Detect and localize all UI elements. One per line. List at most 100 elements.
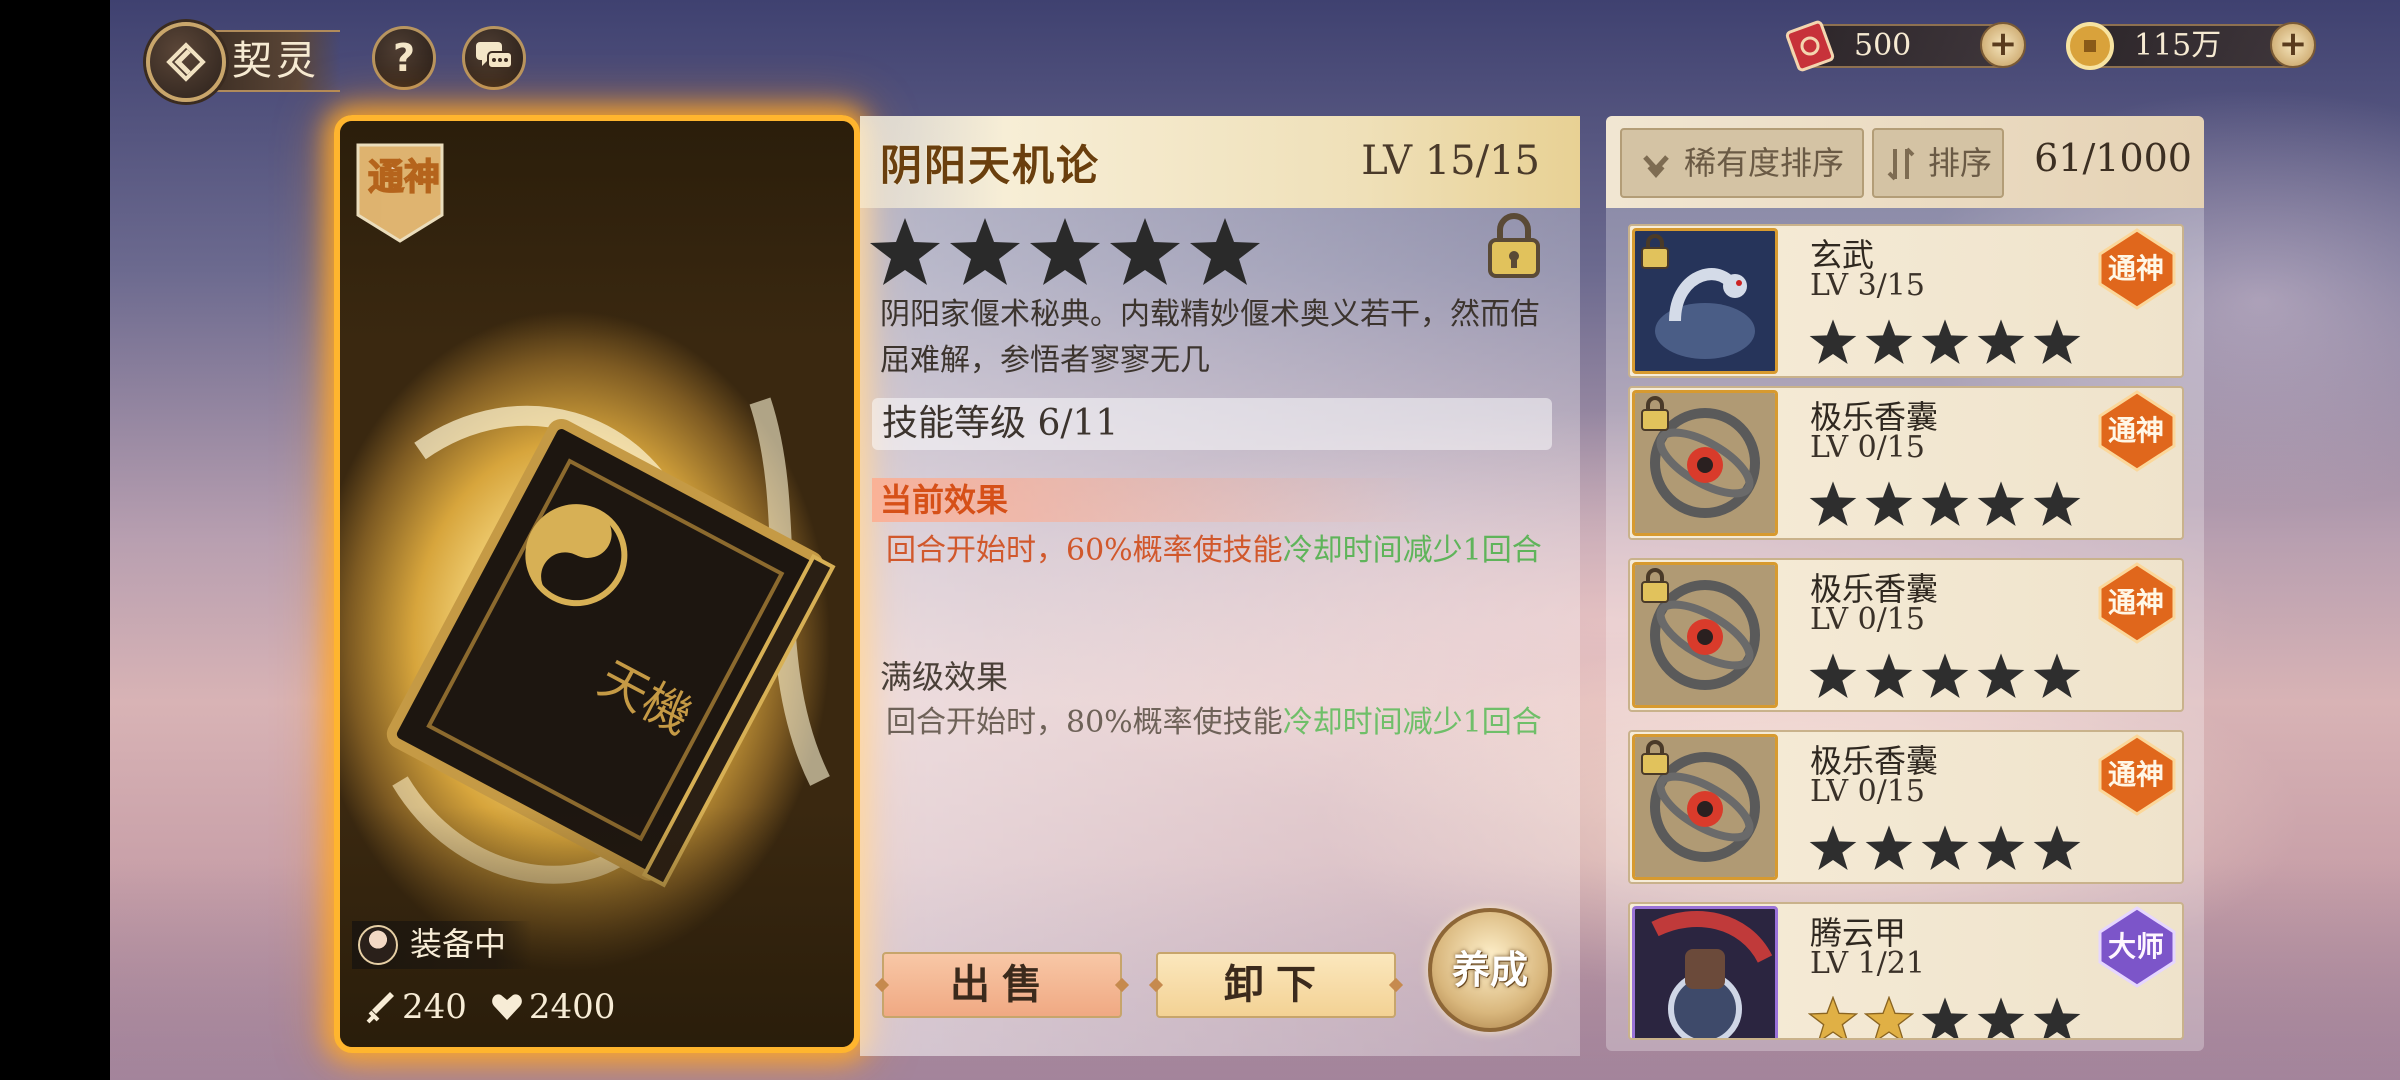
item-description: 阴阳家偃术秘典。内载精妙偃术奥义若干，然而佶屈难解，参悟者寥寥无几 bbox=[880, 297, 1540, 378]
star-icon bbox=[1977, 825, 2025, 870]
chat-button[interactable] bbox=[462, 26, 526, 90]
add-coin-button[interactable]: + bbox=[2270, 22, 2316, 68]
item-thumbnail bbox=[1632, 562, 1778, 708]
develop-button[interactable]: 养成 bbox=[1428, 908, 1552, 1032]
sort-arrows-icon bbox=[1884, 146, 1920, 182]
rank-badge-tongshen: 通神 bbox=[2098, 228, 2176, 310]
list-item[interactable]: 极乐香囊 LV 0/15 通神 bbox=[1628, 730, 2184, 884]
star-icon bbox=[1921, 653, 1969, 698]
card-stats: 240 2400 bbox=[366, 987, 615, 1027]
star-icon bbox=[1977, 319, 2025, 364]
star-icon bbox=[1865, 825, 1913, 870]
star-icon bbox=[1921, 319, 1969, 364]
rank-badge-text: 大师 bbox=[2108, 930, 2164, 963]
lock-icon bbox=[1641, 234, 1669, 269]
list-item[interactable]: 极乐香囊 LV 0/15 通神 bbox=[1628, 558, 2184, 712]
star-icon bbox=[1865, 481, 1913, 526]
item-level: LV 0/15 bbox=[1810, 774, 1925, 809]
star-icon bbox=[2033, 997, 2081, 1038]
star-icon bbox=[1921, 825, 1969, 870]
star-icon-gold bbox=[1808, 996, 1858, 1038]
lock-icon bbox=[1641, 568, 1669, 603]
item-level: LV 0/15 bbox=[1810, 602, 1925, 637]
star-icon bbox=[950, 218, 1020, 285]
item-count: 61/1000 bbox=[2034, 136, 2192, 180]
star-icon bbox=[1977, 653, 2025, 698]
heart-icon bbox=[492, 994, 522, 1020]
skill-level: 技能等级 6/11 bbox=[872, 398, 1552, 450]
rank-badge-text: 通神 bbox=[2108, 758, 2164, 791]
current-effect-part2: 冷却时间减少1回合 bbox=[1282, 533, 1542, 568]
max-effect-part2: 冷却时间减少1回合 bbox=[1282, 705, 1542, 740]
max-effect-title: 满级效果 bbox=[880, 658, 1009, 696]
rank-badge-text: 通神 bbox=[2108, 414, 2164, 447]
diamond-arrow-back-icon bbox=[166, 42, 206, 82]
hp-value: 2400 bbox=[528, 987, 616, 1027]
item-list-panel: 稀有度排序 排序 61/1000 玄武 LV 3/15 通神 极乐香囊 LV 0… bbox=[1606, 116, 2204, 1051]
item-thumbnail bbox=[1632, 390, 1778, 536]
sort-rarity-label: 稀有度排序 bbox=[1684, 144, 1845, 182]
rank-badge-text: 通神 bbox=[2108, 586, 2164, 619]
star-rating bbox=[868, 216, 1262, 288]
rank-badge-dashi: 大师 bbox=[2098, 906, 2176, 988]
star-icon bbox=[1977, 481, 2025, 526]
item-card-large: 天機 通神 装备中 240 2400 bbox=[334, 115, 860, 1053]
rank-badge-tongshen: 通神 bbox=[2098, 390, 2176, 472]
chevron-down-icon bbox=[1638, 146, 1674, 182]
rank-badge-tongshen: 通神 bbox=[2098, 562, 2176, 644]
star-icon bbox=[1865, 653, 1913, 698]
item-thumbnail bbox=[1632, 734, 1778, 880]
star-rating bbox=[1808, 824, 2082, 872]
star-icon bbox=[1809, 481, 1857, 526]
sell-button[interactable]: 出售 bbox=[882, 952, 1122, 1018]
sword-icon bbox=[366, 992, 394, 1024]
currency-ticket: 500 + bbox=[1785, 20, 2026, 72]
item-name: 阴阳天机论 bbox=[880, 141, 1101, 190]
sort-order-button[interactable]: 排序 bbox=[1872, 128, 2004, 198]
back-button[interactable] bbox=[146, 22, 226, 102]
equipped-label: 装备中 bbox=[410, 925, 507, 963]
help-label: ? bbox=[392, 36, 416, 80]
sort-label: 排序 bbox=[1928, 144, 1993, 182]
item-level: LV 0/15 bbox=[1810, 430, 1925, 465]
rank-badge-text: 通神 bbox=[368, 156, 440, 198]
star-icon bbox=[2033, 825, 2081, 870]
gold-coin-icon bbox=[2058, 14, 2122, 78]
star-icon bbox=[2033, 319, 2081, 364]
lock-icon[interactable] bbox=[1484, 210, 1544, 280]
star-rating bbox=[1808, 318, 2082, 366]
star-icon bbox=[1809, 825, 1857, 870]
left-black-bar bbox=[0, 0, 110, 1080]
lock-icon bbox=[1641, 396, 1669, 431]
help-button[interactable]: ? bbox=[372, 26, 436, 90]
sort-rarity-button[interactable]: 稀有度排序 bbox=[1620, 128, 1864, 198]
item-level: LV 15/15 bbox=[1361, 138, 1540, 184]
ticket-amount: 500 bbox=[1854, 28, 1912, 63]
unload-button[interactable]: 卸下 bbox=[1156, 952, 1396, 1018]
current-effect-text: 回合开始时，60%概率使技能冷却时间减少1回合 bbox=[886, 530, 1566, 572]
red-ticket-icon bbox=[1778, 14, 1842, 78]
equipped-tag: 装备中 bbox=[352, 921, 533, 969]
list-item[interactable]: 极乐香囊 LV 0/15 通神 bbox=[1628, 386, 2184, 540]
rank-badge-text: 通神 bbox=[2108, 252, 2164, 285]
star-icon-gold bbox=[1864, 996, 1914, 1038]
rank-badge-tongshen: 通神 bbox=[356, 143, 444, 243]
star-icon bbox=[1190, 218, 1260, 285]
add-ticket-button[interactable]: + bbox=[1980, 22, 2026, 68]
star-icon bbox=[1865, 319, 1913, 364]
current-effect-part1: 回合开始时，60%概率使技能 bbox=[886, 533, 1283, 568]
star-icon bbox=[1110, 218, 1180, 285]
star-rating bbox=[1808, 996, 2082, 1038]
avatar bbox=[358, 925, 398, 965]
currency-coin: 115万 + bbox=[2066, 22, 2316, 70]
star-icon bbox=[1921, 997, 1969, 1038]
chat-bubbles-icon bbox=[476, 42, 513, 69]
lock-icon bbox=[1641, 740, 1669, 775]
star-icon bbox=[1030, 218, 1100, 285]
star-icon bbox=[2033, 653, 2081, 698]
armor-art bbox=[1635, 909, 1775, 1038]
star-icon bbox=[1809, 653, 1857, 698]
attack-value: 240 bbox=[402, 987, 467, 1027]
list-item[interactable]: 腾云甲 LV 1/21 大师 bbox=[1628, 902, 2184, 1040]
list-item[interactable]: 玄武 LV 3/15 通神 bbox=[1628, 224, 2184, 378]
